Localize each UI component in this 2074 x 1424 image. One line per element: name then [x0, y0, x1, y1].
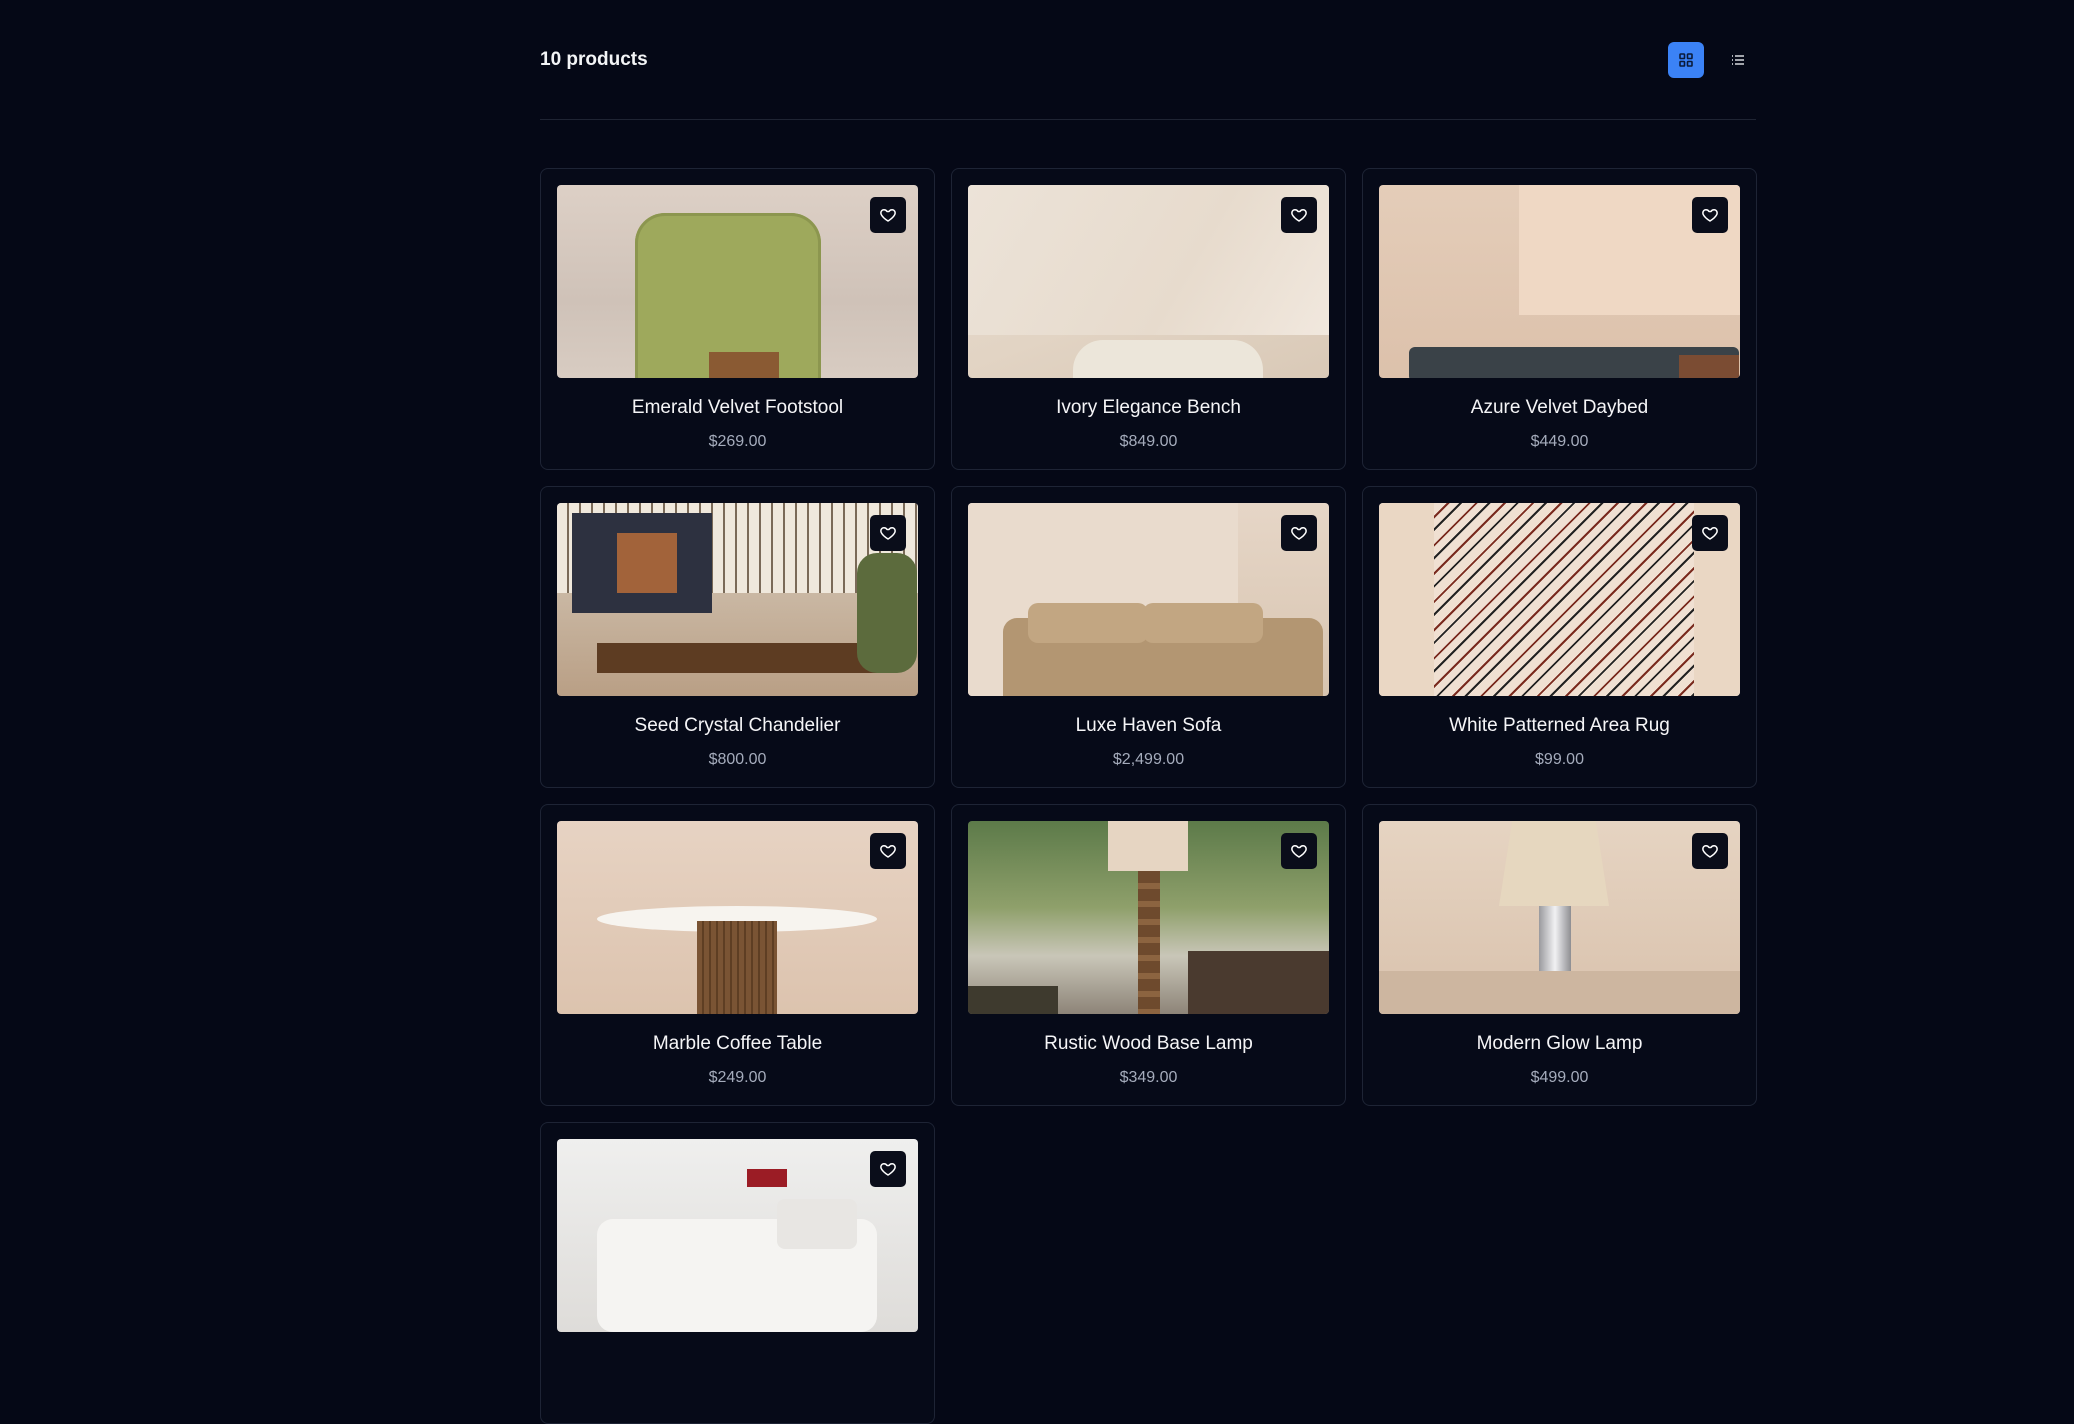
favorite-button[interactable]	[1281, 197, 1317, 233]
product-price: $249.00	[708, 1069, 767, 1086]
heart-icon	[1702, 845, 1718, 858]
product-name[interactable]: Azure Velvet Daybed	[1379, 397, 1740, 419]
product-name[interactable]: Ivory Elegance Bench	[968, 397, 1329, 419]
product-card[interactable]	[540, 1122, 935, 1424]
product-price: $2,499.00	[1112, 751, 1185, 768]
product-image[interactable]	[1379, 185, 1740, 378]
list-view-button[interactable]	[1720, 42, 1756, 78]
heart-icon	[1702, 527, 1718, 540]
heart-icon	[1291, 527, 1307, 540]
heart-icon	[880, 527, 896, 540]
product-card[interactable]: Marble Coffee Table $249.00	[540, 804, 935, 1106]
product-price: $800.00	[708, 751, 767, 768]
product-image[interactable]	[557, 1139, 918, 1332]
product-image[interactable]	[968, 821, 1329, 1014]
favorite-button[interactable]	[1692, 833, 1728, 869]
product-image[interactable]	[968, 185, 1329, 378]
product-image[interactable]	[1379, 821, 1740, 1014]
product-card[interactable]: Seed Crystal Chandelier $800.00	[540, 486, 935, 788]
favorite-button[interactable]	[870, 515, 906, 551]
product-card[interactable]: Azure Velvet Daybed $449.00	[1362, 168, 1757, 470]
favorite-button[interactable]	[870, 197, 906, 233]
product-name[interactable]: Luxe Haven Sofa	[968, 715, 1329, 737]
view-toggle	[1668, 41, 1756, 78]
heart-icon	[880, 1163, 896, 1176]
product-grid: Emerald Velvet Footstool $269.00 Ivory E…	[540, 168, 1757, 1424]
product-card[interactable]: White Patterned Area Rug $99.00	[1362, 486, 1757, 788]
heart-icon	[1291, 845, 1307, 858]
favorite-button[interactable]	[1281, 833, 1317, 869]
favorite-button[interactable]	[1692, 515, 1728, 551]
product-image[interactable]	[557, 503, 918, 696]
favorite-button[interactable]	[1692, 197, 1728, 233]
product-name[interactable]: Emerald Velvet Footstool	[557, 397, 918, 419]
grid-icon	[1679, 52, 1693, 67]
product-card[interactable]: Rustic Wood Base Lamp $349.00	[951, 804, 1346, 1106]
heart-icon	[880, 209, 896, 222]
favorite-button[interactable]	[1281, 515, 1317, 551]
product-image[interactable]	[557, 185, 918, 378]
product-price: $499.00	[1530, 1069, 1589, 1086]
product-card[interactable]: Modern Glow Lamp $499.00	[1362, 804, 1757, 1106]
product-listing: 10 products Emerald Velvet Footstool $26…	[540, 0, 1757, 1424]
product-card[interactable]: Emerald Velvet Footstool $269.00	[540, 168, 935, 470]
product-count: 10 products	[540, 48, 648, 70]
product-price: $849.00	[1119, 433, 1178, 450]
grid-view-button[interactable]	[1668, 41, 1704, 78]
favorite-button[interactable]	[870, 1151, 906, 1187]
heart-icon	[1291, 209, 1307, 222]
product-card[interactable]: Ivory Elegance Bench $849.00	[951, 168, 1346, 470]
list-icon	[1732, 54, 1744, 65]
heart-icon	[880, 845, 896, 858]
product-image[interactable]	[1379, 503, 1740, 696]
product-name[interactable]: Seed Crystal Chandelier	[557, 715, 918, 737]
product-name[interactable]: Modern Glow Lamp	[1379, 1033, 1740, 1055]
product-name[interactable]: White Patterned Area Rug	[1379, 715, 1740, 737]
product-name[interactable]: Marble Coffee Table	[557, 1033, 918, 1055]
product-price: $349.00	[1119, 1069, 1178, 1086]
product-image[interactable]	[557, 821, 918, 1014]
product-price: $449.00	[1530, 433, 1589, 450]
favorite-button[interactable]	[870, 833, 906, 869]
heart-icon	[1702, 209, 1718, 222]
product-image[interactable]	[968, 503, 1329, 696]
listing-toolbar: 10 products	[540, 0, 1756, 120]
product-name[interactable]: Rustic Wood Base Lamp	[968, 1033, 1329, 1055]
product-price: $269.00	[708, 433, 767, 450]
product-price: $99.00	[1535, 751, 1584, 768]
product-card[interactable]: Luxe Haven Sofa $2,499.00	[951, 486, 1346, 788]
